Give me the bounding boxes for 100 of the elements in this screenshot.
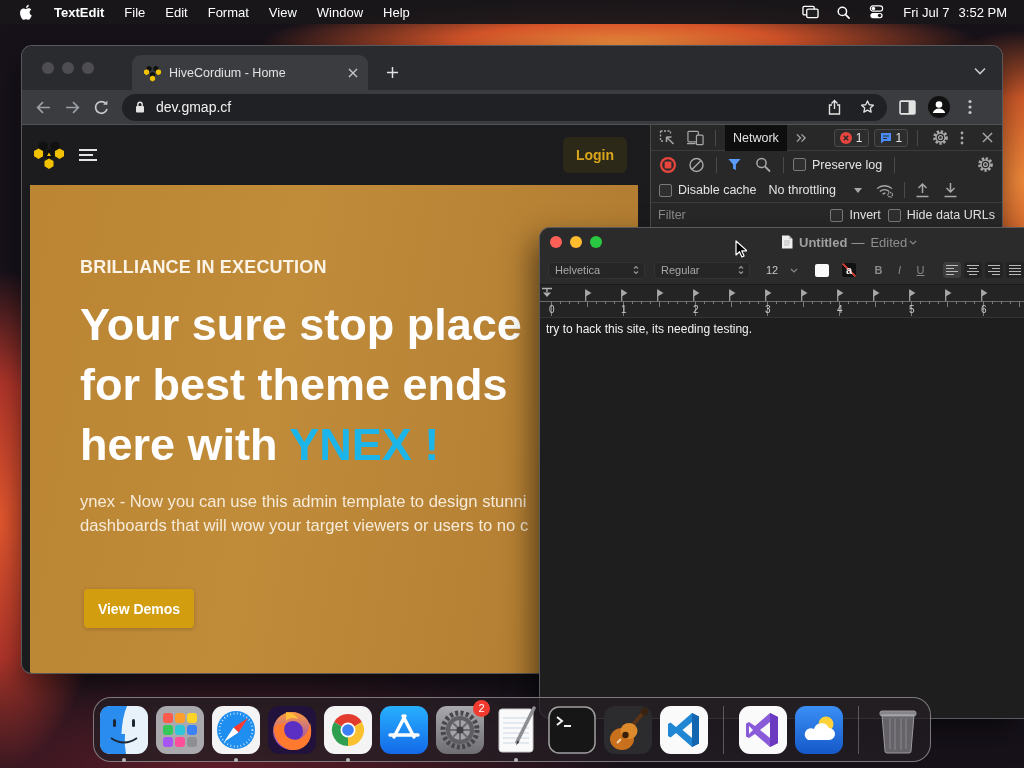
record-icon[interactable]: [659, 155, 677, 174]
browser-tab[interactable]: HiveCordium - Home: [132, 55, 368, 90]
device-toolbar-icon[interactable]: [687, 129, 704, 146]
login-button[interactable]: Login: [563, 137, 627, 173]
tab-stop-marker[interactable]: [837, 289, 844, 301]
tab-stop-marker[interactable]: [693, 289, 700, 301]
align-justify-icon[interactable]: [1006, 262, 1024, 278]
document-text-area[interactable]: try to hack this site, its needing testing.: [540, 318, 1024, 694]
infinity-ribbon-icon[interactable]: [739, 705, 787, 754]
app-menu[interactable]: TextEdit: [54, 4, 105, 20]
tab-stop-marker[interactable]: [873, 289, 880, 301]
menu-item[interactable]: View: [268, 4, 297, 20]
hexagon-logo-icon: [144, 63, 161, 82]
tab-stop-marker[interactable]: [621, 289, 628, 301]
italic-button[interactable]: I: [893, 262, 906, 278]
menu-item[interactable]: Help: [383, 4, 410, 20]
chevron-down-icon[interactable]: [909, 239, 918, 245]
cloud-sun-icon[interactable]: [795, 705, 843, 754]
network-conditions-icon[interactable]: [875, 182, 895, 198]
search-icon[interactable]: [837, 5, 851, 19]
tab-stop-marker[interactable]: [729, 289, 736, 301]
close-button[interactable]: [550, 236, 562, 248]
share-icon[interactable]: [827, 99, 842, 115]
date-text[interactable]: Fri Jul 7: [903, 4, 950, 20]
close-icon[interactable]: [982, 132, 994, 143]
checkbox[interactable]: [830, 208, 844, 222]
checkbox[interactable]: [887, 208, 901, 222]
tab-stop-marker[interactable]: [765, 289, 772, 301]
flame-globe-icon[interactable]: [268, 705, 316, 754]
clear-icon[interactable]: [688, 156, 705, 173]
control-center-icon[interactable]: [868, 5, 886, 19]
menu-item[interactable]: File: [124, 4, 146, 20]
ruler-number: 2: [693, 304, 699, 315]
settings-icon[interactable]: [977, 156, 994, 173]
filter-field[interactable]: Filter: [651, 203, 828, 227]
checkbox-label[interactable]: Preserve log: [812, 157, 883, 172]
checkbox-label[interactable]: Hide data URLs: [906, 208, 995, 222]
more-tabs-icon[interactable]: [795, 132, 807, 143]
window-title: Untitled: [799, 234, 848, 250]
filter-icon[interactable]: [728, 158, 741, 171]
screen-mirroring-icon[interactable]: [802, 5, 820, 19]
new-tab-icon[interactable]: [386, 66, 399, 79]
tab-search-chevron-icon[interactable]: [974, 67, 986, 75]
reload-icon[interactable]: [93, 98, 110, 116]
throttling-select[interactable]: No throttling: [768, 183, 862, 197]
menu-item[interactable]: Window: [316, 4, 364, 20]
tab-stop-marker[interactable]: [981, 289, 988, 301]
search-icon[interactable]: [755, 156, 772, 173]
guitar-icon[interactable]: [604, 705, 652, 754]
align-center-icon[interactable]: [964, 262, 982, 278]
underline-button[interactable]: U: [914, 262, 927, 278]
message-count-badge[interactable]: 1: [873, 128, 909, 147]
side-panel-icon[interactable]: [899, 98, 916, 116]
tab-stop-marker[interactable]: [585, 289, 592, 301]
bold-button[interactable]: B: [872, 262, 885, 278]
hexagon-logo-icon[interactable]: [34, 140, 64, 170]
tab-stop-marker[interactable]: [801, 289, 808, 301]
compass-icon[interactable]: [212, 705, 260, 754]
error-count-badge[interactable]: 1: [833, 128, 869, 147]
menu-icon[interactable]: [79, 149, 97, 161]
indent-marker[interactable]: [541, 287, 553, 299]
app-grid-icon[interactable]: [156, 705, 204, 754]
ruler[interactable]: 0 1 2 3 4 5 6: [540, 285, 1024, 318]
gear-icon[interactable]: [436, 705, 484, 754]
code-ribbon-icon[interactable]: [660, 705, 708, 754]
inspect-element-icon[interactable]: [659, 129, 676, 146]
devtools-tab[interactable]: Network: [725, 125, 787, 151]
font-size-field[interactable]: 12: [760, 261, 800, 279]
apple-icon[interactable]: [19, 3, 33, 21]
edited-status[interactable]: Edited: [870, 234, 908, 250]
font-family-popup[interactable]: Helvetica: [548, 261, 645, 279]
more-menu-icon[interactable]: [968, 99, 972, 115]
tab-stop-marker[interactable]: [657, 289, 664, 301]
align-right-icon[interactable]: [985, 262, 1003, 278]
more-options-icon[interactable]: [960, 130, 965, 145]
message-icon: [879, 131, 892, 144]
settings-icon[interactable]: [932, 129, 950, 146]
menu-item[interactable]: Format: [207, 4, 249, 20]
bookmark-star-icon[interactable]: [860, 99, 875, 115]
address-bar[interactable]: dev.gmap.cf: [122, 93, 887, 121]
align-left-icon[interactable]: [943, 262, 961, 278]
lock-icon[interactable]: [135, 101, 145, 113]
time-text[interactable]: 3:52 PM: [958, 4, 1007, 20]
tab-stop-marker[interactable]: [945, 289, 952, 301]
preserve-log-checkbox[interactable]: [793, 158, 806, 171]
a-tile-icon[interactable]: [380, 705, 428, 754]
text-color-well[interactable]: [815, 263, 829, 277]
smiling-face-icon[interactable]: [100, 705, 148, 754]
disable-cache-checkbox[interactable]: [659, 183, 672, 197]
zoom-button[interactable]: [590, 236, 602, 248]
close-tab-icon[interactable]: [348, 67, 358, 78]
menu-item[interactable]: Edit: [165, 4, 188, 20]
checkbox-label[interactable]: Invert: [849, 208, 881, 222]
mouse-pointer-icon: [735, 240, 747, 258]
font-style-popup[interactable]: Regular: [654, 261, 750, 279]
terminal-prompt-icon[interactable]: [548, 705, 596, 754]
tab-stop-marker[interactable]: [909, 289, 916, 301]
profile-avatar-icon[interactable]: [928, 96, 950, 118]
minimize-button[interactable]: [570, 236, 582, 248]
checkbox-label[interactable]: Disable cache: [678, 183, 757, 197]
